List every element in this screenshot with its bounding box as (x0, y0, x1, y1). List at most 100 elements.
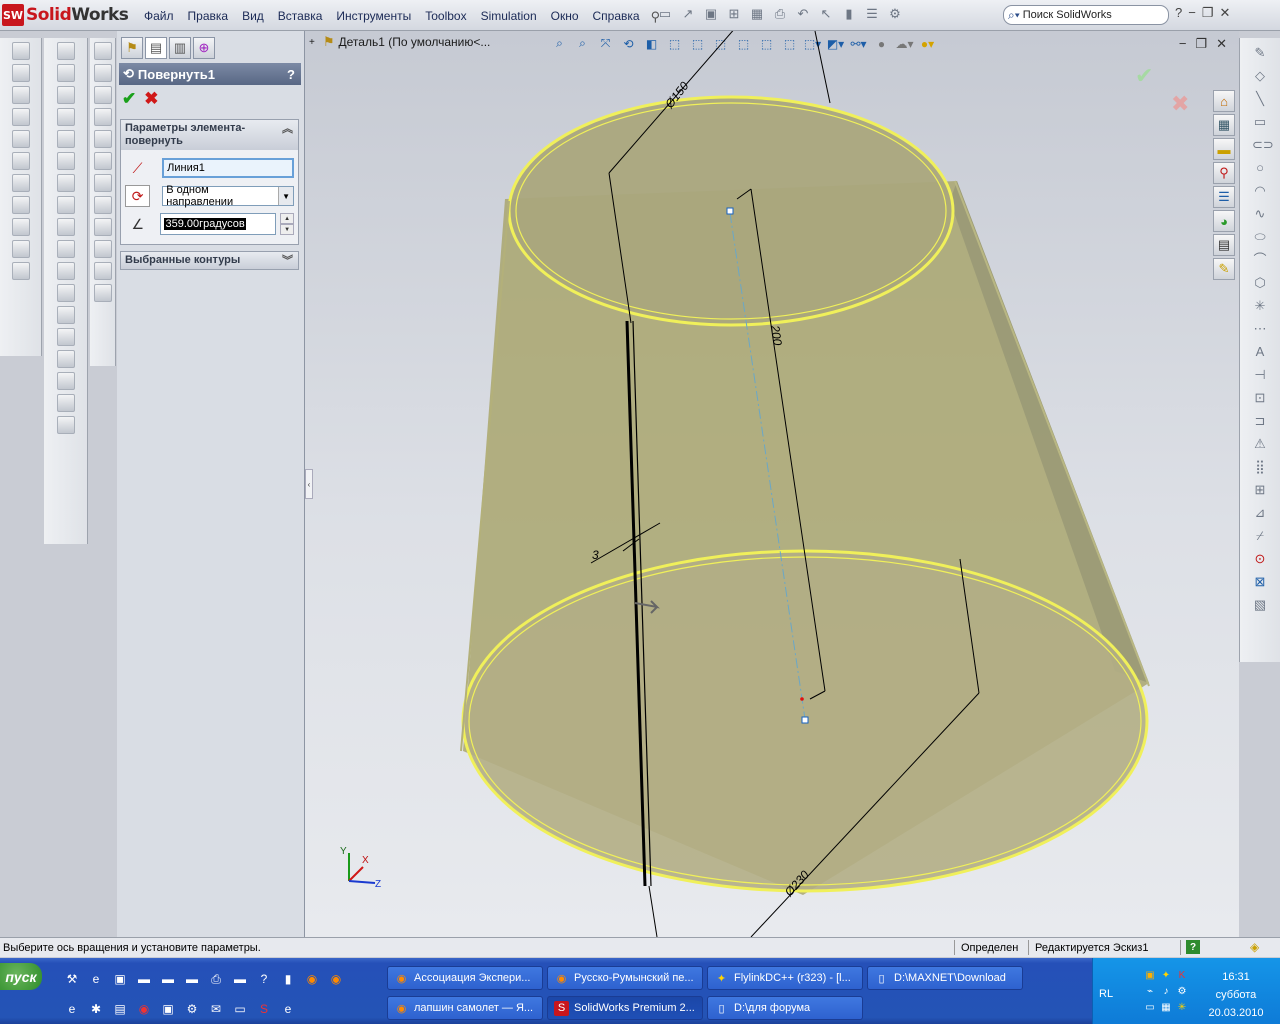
menu-window[interactable]: Окно (544, 9, 586, 23)
network-icon[interactable]: ⚙ (182, 999, 202, 1019)
taskbar-button-7[interactable]: ▯ D:\для форума (707, 996, 863, 1020)
fillet-icon[interactable]: ⌒ (1252, 252, 1268, 268)
tool-icon[interactable] (11, 152, 30, 170)
menu-insert[interactable]: Вставка (271, 9, 330, 23)
drive-icon[interactable]: ▬ (230, 969, 250, 989)
save-icon[interactable]: ▣ (701, 4, 721, 24)
solidworks-resources-icon[interactable]: ⌂ (1213, 90, 1235, 112)
dim-thickness[interactable]: 3 (592, 548, 599, 562)
tool-icon[interactable] (11, 240, 30, 258)
app-icon[interactable]: ▤ (110, 999, 130, 1019)
menu-help[interactable]: Справка (586, 9, 647, 23)
media-icon[interactable]: ◉ (134, 999, 154, 1019)
drive-icon[interactable]: ▬ (158, 969, 178, 989)
select-arrow-icon[interactable]: ↖ (816, 4, 836, 24)
tool-icon[interactable] (56, 174, 75, 192)
drive-icon[interactable]: ▮ (278, 969, 298, 989)
tool-icon[interactable] (11, 196, 30, 214)
linear-pattern-icon[interactable]: ⣿ (1252, 459, 1268, 475)
drive-icon[interactable]: ▬ (182, 969, 202, 989)
restore-icon[interactable]: ❐ (1202, 5, 1214, 21)
rectangle-icon[interactable]: ▭ (1252, 114, 1268, 130)
options-grid-icon[interactable]: ▦ (747, 4, 767, 24)
solidworks-icon[interactable]: S (254, 999, 274, 1019)
tool-icon[interactable] (56, 86, 75, 104)
configuration-manager-tab-icon[interactable]: ▥ (169, 37, 191, 59)
printer-icon[interactable]: ⎙ (206, 969, 226, 989)
browser-icon[interactable]: ◉ (326, 969, 346, 989)
tool-icon[interactable] (93, 64, 112, 82)
view-palette-icon[interactable]: ☰ (1213, 186, 1235, 208)
tray-antivirus-icon[interactable]: K (1175, 968, 1189, 982)
taskbar-button-6[interactable]: S SolidWorks Premium 2... (547, 996, 703, 1020)
property-manager-tab-icon[interactable]: ▤ (145, 37, 167, 59)
tool-icon[interactable] (56, 394, 75, 412)
firefox-icon[interactable]: ◉ (302, 969, 322, 989)
tray-usb-icon[interactable]: ⌁ (1143, 984, 1157, 998)
point-icon[interactable]: ✳ (1252, 298, 1268, 314)
slot-icon[interactable]: ⊂⊃ (1252, 137, 1274, 153)
smart-dimension-icon[interactable]: ◇ (1252, 68, 1268, 84)
tool-icon[interactable] (56, 328, 75, 346)
arc-icon[interactable]: ◠ (1252, 183, 1268, 199)
clock[interactable]: 16:31 суббота 20.03.2010 (1197, 968, 1275, 1022)
start-button[interactable]: пуск (0, 963, 42, 990)
group-title[interactable]: Параметры элемента-повернуть ︽ (121, 120, 298, 150)
tray-volume-icon[interactable]: ♪ (1159, 984, 1173, 998)
tool-icon[interactable] (11, 64, 30, 82)
mirror-icon[interactable]: ⚠ (1252, 436, 1268, 452)
tray-wand-icon[interactable]: ✳ (1175, 1000, 1189, 1014)
help-icon[interactable]: ? (254, 969, 274, 989)
mail-icon[interactable]: ✉ (206, 999, 226, 1019)
quick-tips-icon[interactable]: ? (1186, 940, 1200, 954)
file-properties-icon[interactable]: ☰ (862, 4, 882, 24)
axis-of-revolution-field[interactable]: Линия1 (162, 158, 294, 178)
tool-icon[interactable] (56, 416, 75, 434)
group-title[interactable]: Выбранные контуры ︾ (121, 252, 298, 269)
menu-file[interactable]: Файл (137, 9, 181, 23)
tool-icon[interactable] (56, 262, 75, 280)
trim-icon[interactable]: ⊣ (1252, 367, 1268, 383)
tool-icon[interactable] (56, 152, 75, 170)
revolve-type-select[interactable]: В одном направлении ▼ (162, 184, 294, 208)
dim-height[interactable]: 200 (768, 323, 785, 346)
convert-entities-icon[interactable]: ⊡ (1252, 390, 1268, 406)
menu-edit[interactable]: Правка (181, 9, 236, 23)
tool-icon[interactable] (93, 86, 112, 104)
tool-icon[interactable] (93, 218, 112, 236)
help-button[interactable]: ? (287, 67, 295, 82)
tool-icon[interactable] (56, 64, 75, 82)
ie-icon[interactable]: e (86, 969, 106, 989)
display-relations-icon[interactable]: ⊿ (1252, 505, 1268, 521)
ie-icon[interactable]: e (278, 999, 298, 1019)
new-document-icon[interactable]: ▭ (655, 4, 675, 24)
tool-icon[interactable] (56, 350, 75, 368)
menu-tools[interactable]: Инструменты (329, 9, 418, 23)
close-icon[interactable]: ✕ (1219, 5, 1230, 21)
search-solidworks[interactable]: ⌕▾ Поиск SolidWorks (1003, 5, 1169, 25)
tool-icon[interactable] (11, 174, 30, 192)
undo-icon[interactable]: ↶ (793, 4, 813, 24)
taskbar-button-3[interactable]: ✦ FlylinkDC++ (r323) - [l... (707, 966, 863, 990)
instant-2d-icon[interactable]: ▧ (1252, 597, 1268, 613)
search-results-icon[interactable]: ⚲ (1213, 162, 1235, 184)
tray-display-icon[interactable]: ▦ (1159, 1000, 1173, 1014)
solidworks-logo[interactable]: SW SolidWorks (2, 3, 130, 27)
tray-flylink-icon[interactable]: ✦ (1159, 968, 1173, 982)
tool-icon[interactable] (11, 42, 30, 60)
print-icon[interactable]: ⎙ (770, 4, 790, 24)
rebuild-icon[interactable]: ▮ (839, 4, 859, 24)
tool-icon[interactable] (11, 86, 30, 104)
feature-manager-tab-icon[interactable]: ⚑ (121, 37, 143, 59)
tool-icon[interactable] (93, 174, 112, 192)
move-entities-icon[interactable]: ⊞ (1252, 482, 1268, 498)
confirmation-ok-icon[interactable]: ✔ (1135, 63, 1153, 89)
ie-icon[interactable]: e (62, 999, 82, 1019)
tool-icon[interactable] (93, 284, 112, 302)
expand-chevron-icon[interactable]: ︾ (282, 255, 293, 268)
text-icon[interactable]: A (1252, 344, 1268, 360)
spin-up-icon[interactable]: ▲ (280, 213, 294, 224)
tool-icon[interactable] (56, 196, 75, 214)
tool-icon[interactable] (93, 262, 112, 280)
revolve-preview-model[interactable]: Ø150 200 3 Ø230 (305, 31, 1239, 937)
